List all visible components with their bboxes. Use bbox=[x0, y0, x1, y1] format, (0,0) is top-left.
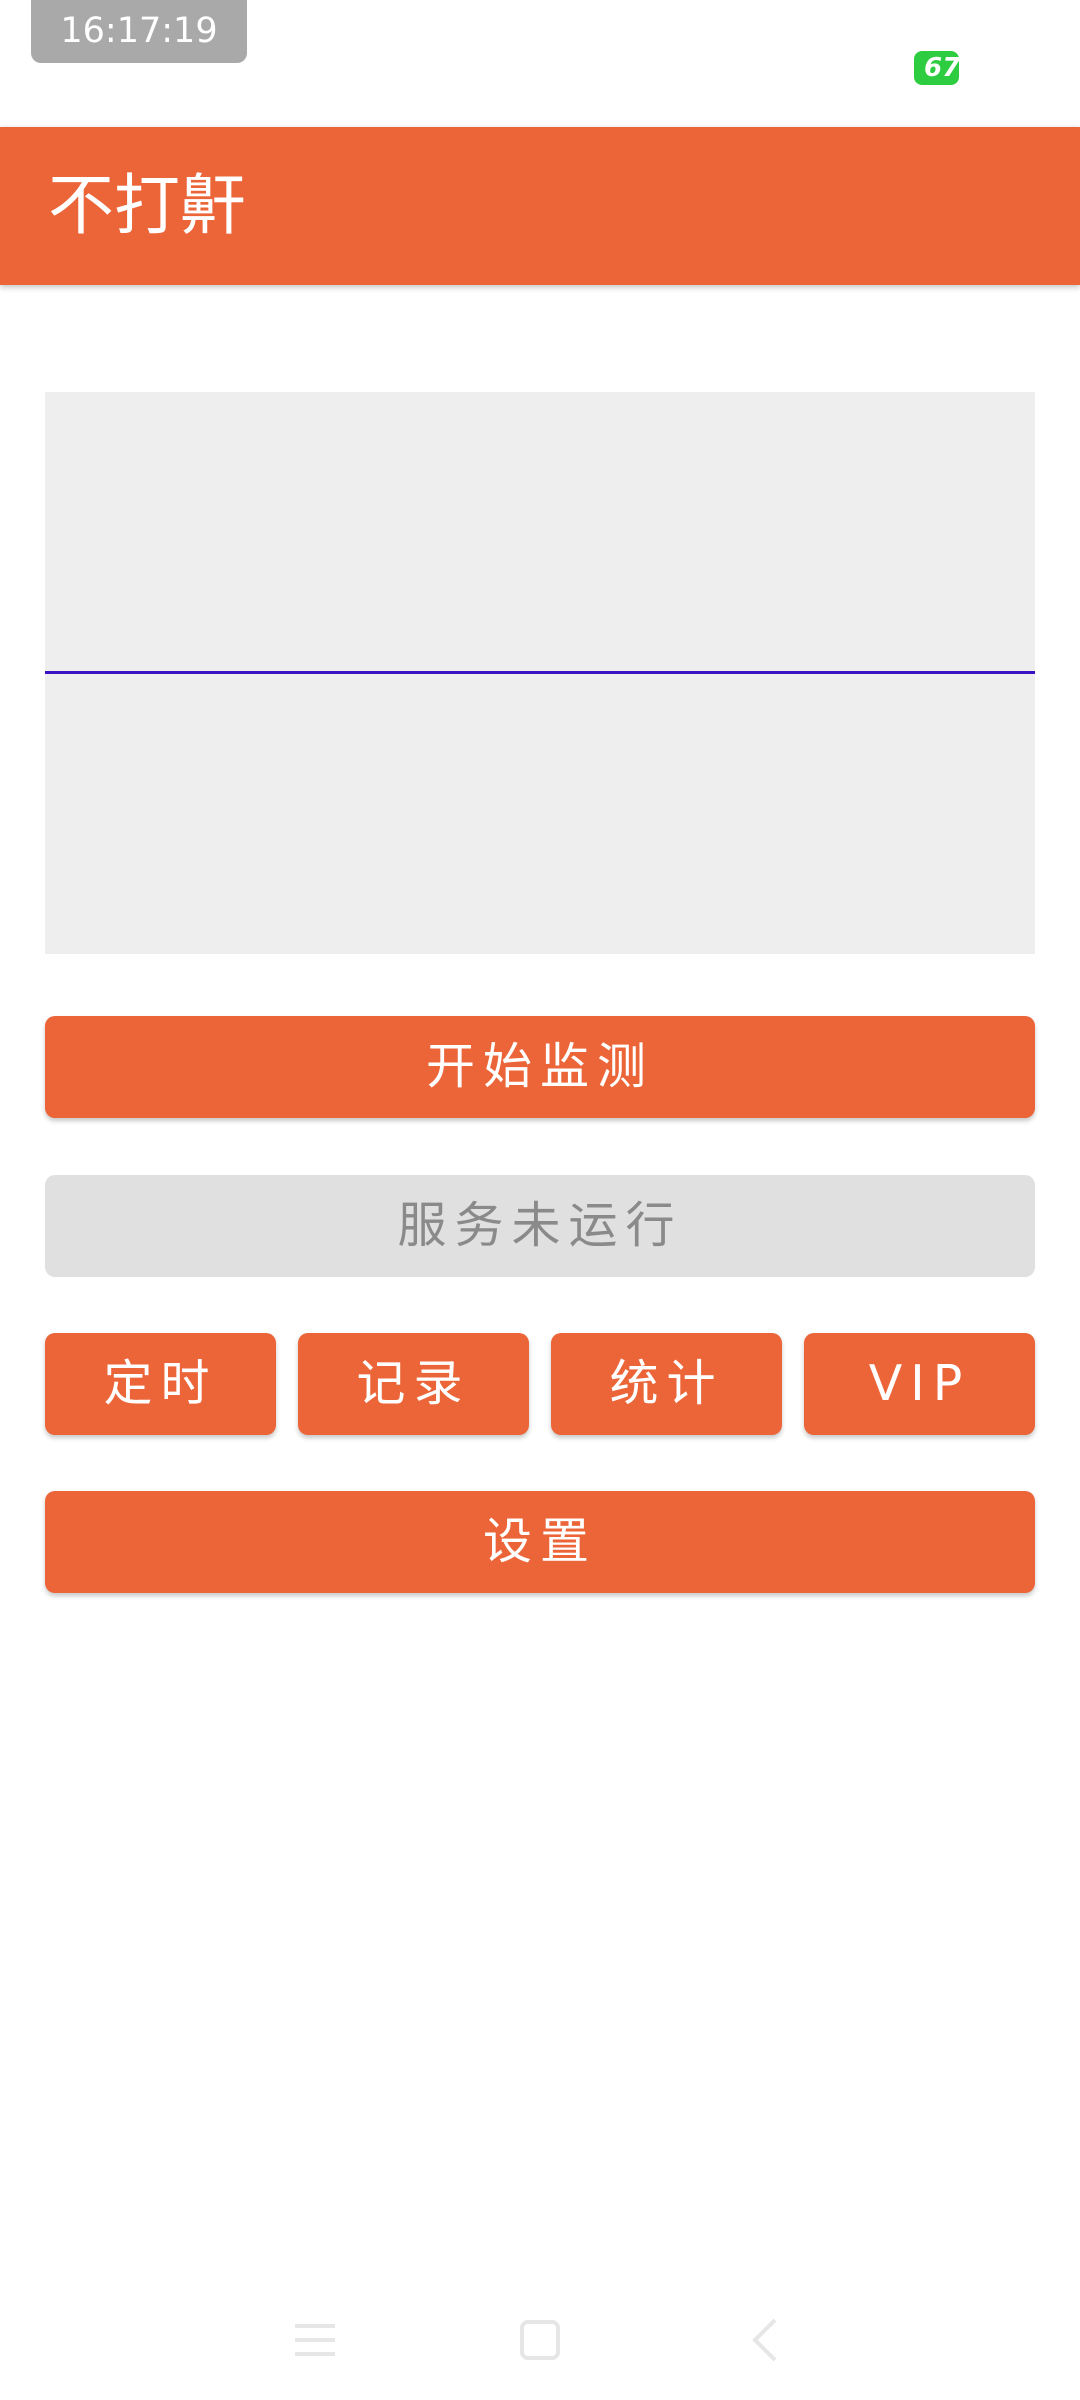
stats-button[interactable]: 统计 bbox=[551, 1333, 782, 1435]
timer-button[interactable]: 定时 bbox=[45, 1333, 276, 1435]
record-button[interactable]: 记录 bbox=[298, 1333, 529, 1435]
app-bar: 不打鼾 bbox=[0, 127, 1080, 285]
battery-indicator: 67 bbox=[914, 51, 959, 85]
start-monitoring-button[interactable]: 开始监测 bbox=[45, 1016, 1035, 1118]
waveform-line bbox=[45, 671, 1035, 674]
system-nav-bar bbox=[0, 2280, 1080, 2400]
status-bar: 16:17:19 67 bbox=[0, 0, 1080, 127]
app-title: 不打鼾 bbox=[48, 167, 246, 244]
settings-button[interactable]: 设置 bbox=[45, 1491, 1035, 1593]
status-time: 16:17:19 bbox=[31, 0, 247, 63]
vip-button[interactable]: VIP bbox=[804, 1333, 1035, 1435]
home-icon[interactable] bbox=[510, 2310, 570, 2370]
service-status-button[interactable]: 服务未运行 bbox=[45, 1175, 1035, 1277]
sound-monitor-panel bbox=[45, 392, 1035, 954]
back-icon[interactable] bbox=[735, 2310, 795, 2370]
menu-icon[interactable] bbox=[285, 2310, 345, 2370]
